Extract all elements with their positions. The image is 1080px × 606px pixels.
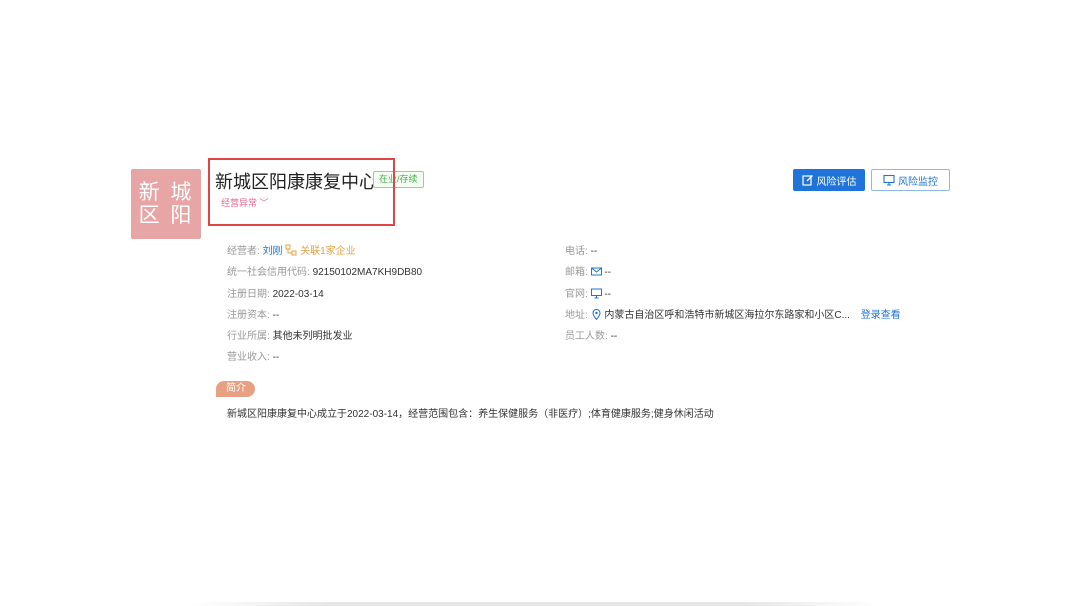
location-pin-icon	[592, 309, 601, 320]
industry-field: 行业所属: 其他未列明批发业	[227, 327, 353, 342]
monitor-icon	[590, 288, 602, 299]
staff-field: 员工人数: --	[565, 327, 617, 342]
website-value: --	[604, 289, 612, 300]
reg-date-value: 2022-03-14	[272, 289, 324, 300]
edit-icon	[801, 175, 813, 186]
website-label: 官网:	[565, 289, 588, 300]
phone-field: 电话: --	[565, 242, 597, 257]
phone-value: --	[590, 246, 598, 257]
industry-value: 其他未列明批发业	[272, 331, 353, 342]
revenue-label: 营业收入:	[227, 352, 270, 363]
bottom-divider	[190, 602, 880, 606]
address-label: 地址:	[565, 310, 588, 321]
website-field: 官网: --	[565, 285, 611, 300]
logo-line-2: 区 阳	[138, 203, 194, 227]
capital-field: 注册资本: --	[227, 306, 279, 321]
capital-value: --	[272, 310, 280, 321]
risk-monitor-button[interactable]: 风险监控	[871, 169, 950, 191]
reg-date-field: 注册日期: 2022-03-14	[227, 285, 324, 300]
company-detail-page: 新 城 区 阳 新城区阳康康复中心 在业/存续 经营异常 ﹀ 风险评估 风险监控…	[0, 0, 1080, 606]
related-companies-link[interactable]: 关联1家企业	[285, 244, 356, 257]
capital-label: 注册资本:	[227, 310, 270, 321]
staff-label: 员工人数:	[565, 331, 608, 342]
intro-text: 新城区阳康康复中心成立于2022-03-14，经营范围包含：养生保健服务（非医疗…	[227, 409, 714, 420]
intro-tag: 简介	[216, 381, 255, 397]
credit-code-label: 统一社会信用代码:	[227, 267, 310, 278]
operator-label: 经营者:	[227, 246, 260, 257]
risk-assess-label: 风险评估	[816, 176, 857, 188]
operator-link[interactable]: 刘刚	[263, 246, 283, 257]
email-label: 邮箱:	[565, 267, 588, 278]
risk-monitor-label: 风险监控	[898, 176, 938, 188]
phone-label: 电话:	[565, 246, 588, 257]
logo-line-1: 新 城	[138, 180, 194, 204]
industry-label: 行业所属:	[227, 331, 270, 342]
credit-code-field: 统一社会信用代码: 92150102MA7KH9DB80	[227, 263, 422, 278]
org-icon	[285, 244, 297, 256]
revenue-value: --	[272, 352, 280, 363]
staff-value: --	[610, 331, 618, 342]
revenue-field: 营业收入: --	[227, 348, 279, 363]
risk-assess-button[interactable]: 风险评估	[793, 169, 865, 191]
operator-field: 经营者: 刘刚 关联1家企业	[227, 242, 356, 257]
address-field: 地址: 内蒙古自治区呼和浩特市新城区海拉尔东路家和小区C... 登录查看	[565, 306, 901, 321]
email-field: 邮箱: --	[565, 263, 611, 278]
address-value: 内蒙古自治区呼和浩特市新城区海拉尔东路家和小区C...	[604, 310, 850, 321]
email-value: --	[604, 267, 612, 278]
reg-date-label: 注册日期:	[227, 289, 270, 300]
credit-code-value: 92150102MA7KH9DB80	[312, 267, 423, 278]
company-logo: 新 城 区 阳	[131, 169, 201, 239]
mail-icon	[590, 267, 602, 276]
monitor-icon	[883, 174, 895, 186]
related-companies-label: 关联1家企业	[300, 246, 356, 257]
highlight-box	[208, 158, 395, 226]
login-to-view-link[interactable]: 登录查看	[861, 310, 901, 321]
